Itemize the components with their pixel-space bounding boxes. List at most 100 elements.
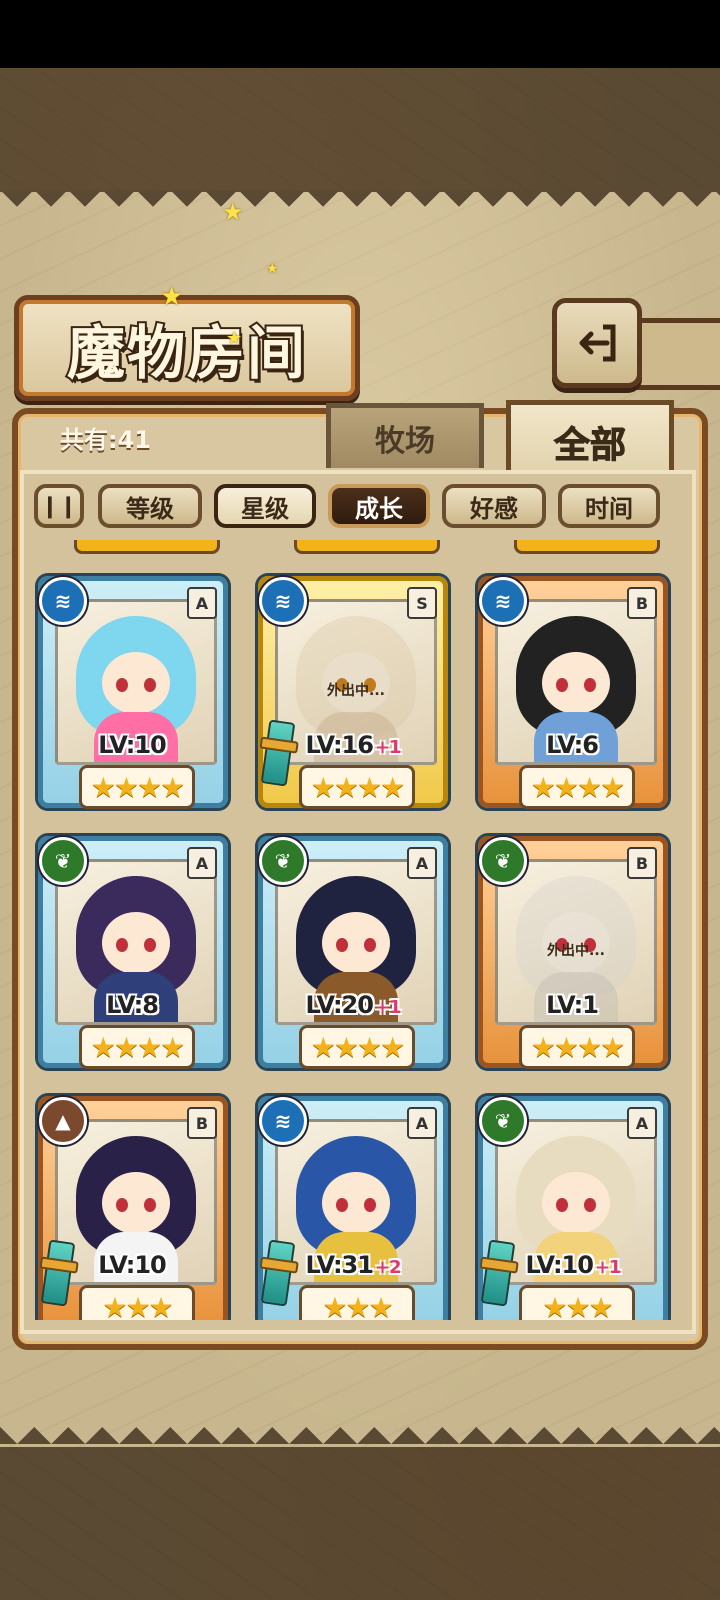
- water-wave-icon: ≋: [259, 577, 307, 625]
- monster-eye: [116, 1198, 128, 1212]
- level-bonus: +1: [374, 997, 402, 1018]
- previous-row-stars: [514, 540, 660, 554]
- monster-level: LV:10: [43, 731, 223, 759]
- level-text: LV:20: [305, 991, 373, 1019]
- away-status: 外出中...: [547, 943, 605, 959]
- sparkle-star-icon: ★: [222, 198, 244, 226]
- water-wave-icon: ≋: [479, 577, 527, 625]
- mountain-icon: ▲: [39, 1097, 87, 1145]
- monster-eye: [144, 1198, 156, 1212]
- star-rating: ★★★★: [519, 765, 635, 809]
- monster-card[interactable]: ❦ A LV:8 ★★★★: [38, 836, 228, 1069]
- sort-order-toggle[interactable]: ❙❙: [34, 484, 84, 528]
- level-text: LV:1: [546, 991, 599, 1019]
- monster-eye: [116, 678, 128, 692]
- tab-all[interactable]: 全部: [506, 400, 674, 479]
- monster-face: [102, 912, 170, 974]
- pause-icon: ❙❙: [40, 493, 78, 519]
- monster-face: [542, 1172, 610, 1234]
- star-rating: ★★★: [79, 1285, 195, 1320]
- water-wave-icon: ≋: [39, 577, 87, 625]
- rank-badge: A: [407, 1107, 437, 1139]
- monster-eye: [556, 678, 568, 692]
- monster-count: 共有:41: [60, 426, 151, 454]
- torn-edge-bottom: [0, 1410, 720, 1444]
- water-wave-icon: ≋: [259, 1097, 307, 1145]
- away-status: 外出中...: [327, 683, 385, 699]
- leaf-icon: ❦: [479, 837, 527, 885]
- rank-badge: A: [187, 847, 217, 879]
- return-arrow-icon: [579, 324, 616, 362]
- back-button[interactable]: [552, 298, 642, 388]
- leaf-icon: ❦: [259, 837, 307, 885]
- monster-level: LV:6: [483, 731, 663, 759]
- level-bonus: +2: [374, 1257, 402, 1278]
- previous-row-stars: [294, 540, 440, 554]
- monster-face: [542, 652, 610, 714]
- level-text: LV:16: [305, 731, 373, 759]
- level-bonus: +1: [374, 737, 402, 758]
- leaf-icon: ❦: [479, 1097, 527, 1145]
- level-text: LV:10: [98, 731, 166, 759]
- rank-badge: B: [187, 1107, 217, 1139]
- status-bar: [0, 0, 720, 68]
- monster-level: LV:31 +2: [263, 1251, 443, 1279]
- star-rating: ★★★: [519, 1285, 635, 1320]
- sort-stars-button[interactable]: 星级: [214, 484, 316, 528]
- monster-eye: [116, 938, 128, 952]
- monster-card[interactable]: ≋ B LV:6 ★★★★: [478, 576, 668, 809]
- level-text: LV:6: [546, 731, 599, 759]
- monster-card[interactable]: ❦ A LV:20 +1 ★★★★: [258, 836, 448, 1069]
- star-rating: ★★★: [299, 1285, 415, 1320]
- sort-affection-button[interactable]: 好感: [442, 484, 546, 528]
- rank-badge: A: [187, 587, 217, 619]
- monster-eye: [556, 1198, 568, 1212]
- back-button-rail: [630, 318, 720, 390]
- monster-eye: [144, 938, 156, 952]
- monster-grid[interactable]: ≋ A LV:10 ★★★★ 外出中... ≋ S LV:16 +1 ★★★★ ≋ B LV:6 ★★★★…: [26, 540, 682, 1320]
- monster-eye: [584, 678, 596, 692]
- sort-growth-button[interactable]: 成长: [328, 484, 430, 528]
- torn-edge-top: [0, 190, 720, 224]
- monster-card[interactable]: ≋ A LV:10 ★★★★: [38, 576, 228, 809]
- monster-level: LV:8: [43, 991, 223, 1019]
- monster-face: [102, 1172, 170, 1234]
- monster-eye: [364, 1198, 376, 1212]
- page-title-plate: 魔物房间: [14, 295, 360, 401]
- monster-card[interactable]: ≋ A LV:31 +2 ★★★: [258, 1096, 448, 1320]
- rank-badge: B: [627, 847, 657, 879]
- monster-level: LV:1: [483, 991, 663, 1019]
- monster-face: [322, 1172, 390, 1234]
- monster-level: LV:20 +1: [263, 991, 443, 1019]
- monster-level: LV:10: [43, 1251, 223, 1279]
- sparkle-star-icon: ★: [160, 282, 184, 312]
- monster-eye: [584, 1198, 596, 1212]
- rank-badge: B: [627, 587, 657, 619]
- sort-time-button[interactable]: 时间: [558, 484, 660, 528]
- monster-card[interactable]: 外出中... ❦ B LV:1 ★★★★: [478, 836, 668, 1069]
- star-rating: ★★★★: [299, 765, 415, 809]
- monster-card[interactable]: 外出中... ≋ S LV:16 +1 ★★★★: [258, 576, 448, 809]
- monster-eye: [336, 1198, 348, 1212]
- star-rating: ★★★★: [299, 1025, 415, 1069]
- monster-card[interactable]: ❦ A LV:10 +1 ★★★: [478, 1096, 668, 1320]
- rank-badge: A: [627, 1107, 657, 1139]
- level-text: LV:10: [98, 1251, 166, 1279]
- sort-level-button[interactable]: 等级: [98, 484, 202, 528]
- sparkle-star-icon: ★: [266, 261, 279, 277]
- monster-eye: [364, 938, 376, 952]
- monster-card[interactable]: ▲ B LV:10 ★★★: [38, 1096, 228, 1320]
- rank-badge: S: [407, 587, 437, 619]
- previous-row-stars: [74, 540, 220, 554]
- level-text: LV:8: [106, 991, 159, 1019]
- level-bonus: +1: [594, 1257, 622, 1278]
- monster-eye: [336, 938, 348, 952]
- tab-farm[interactable]: 牧场: [326, 403, 484, 468]
- monster-level: LV:10 +1: [483, 1251, 663, 1279]
- leaf-icon: ❦: [39, 837, 87, 885]
- star-rating: ★★★★: [79, 765, 195, 809]
- level-text: LV:10: [525, 1251, 593, 1279]
- level-text: LV:31: [305, 1251, 373, 1279]
- star-rating: ★★★★: [519, 1025, 635, 1069]
- rank-badge: A: [407, 847, 437, 879]
